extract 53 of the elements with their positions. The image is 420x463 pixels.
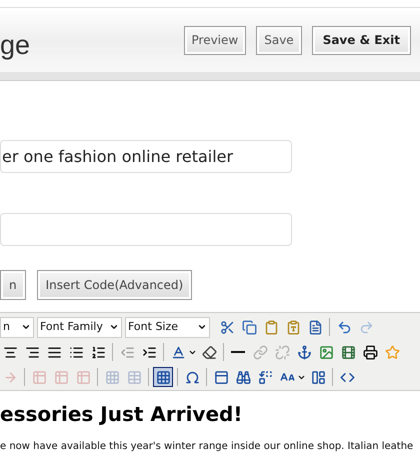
outdent-icon bbox=[120, 344, 134, 360]
bullet-list-icon bbox=[68, 344, 84, 360]
layer-icon bbox=[310, 370, 326, 384]
text-color-icon bbox=[170, 344, 186, 360]
omega-icon bbox=[184, 370, 200, 384]
undo-icon bbox=[336, 320, 352, 334]
insert-button[interactable]: n bbox=[0, 270, 26, 300]
arrow-icon bbox=[2, 370, 18, 384]
insert-button[interactable]: Insert Code(Advanced) bbox=[36, 270, 192, 300]
input-field[interactable]: er one fashion online retailer bbox=[0, 140, 292, 173]
printer-icon bbox=[362, 344, 378, 360]
film-icon bbox=[340, 344, 356, 360]
toolbar-button[interactable]: Save bbox=[256, 26, 302, 54]
toolbar-button[interactable]: Preview bbox=[184, 26, 246, 54]
align-center-icon bbox=[2, 344, 18, 360]
content-heading: essories Just Arrived! bbox=[0, 401, 244, 428]
scissors-icon bbox=[220, 320, 234, 334]
table-row-icon bbox=[54, 370, 68, 384]
replace-icon bbox=[258, 370, 272, 384]
unlink-icon bbox=[274, 344, 290, 360]
copy-icon bbox=[242, 320, 256, 334]
align-justify-icon bbox=[46, 344, 62, 360]
table-row-delete-icon bbox=[76, 370, 90, 384]
link-icon bbox=[252, 344, 268, 360]
binoculars-icon bbox=[236, 370, 250, 384]
redo-icon bbox=[358, 320, 374, 334]
anchor-icon bbox=[296, 344, 312, 360]
table-row-icon bbox=[32, 370, 46, 384]
eraser-icon bbox=[202, 344, 216, 360]
format-select[interactable]: Font Family bbox=[37, 316, 122, 338]
star-icon bbox=[384, 344, 400, 360]
template-icon bbox=[214, 370, 228, 384]
caret-icon bbox=[197, 322, 207, 332]
merge-cells-icon bbox=[126, 370, 142, 384]
caret-icon bbox=[109, 322, 119, 332]
save-exit-button[interactable]: Save & Exit bbox=[312, 26, 411, 54]
format-select[interactable]: Font Size bbox=[125, 316, 210, 338]
align-right-icon bbox=[24, 344, 40, 360]
indent-icon bbox=[142, 344, 156, 360]
content-paragraph: e now have available this year's winter range inside our online shop. Italian leathe bbox=[0, 440, 414, 454]
table-icon bbox=[156, 370, 170, 384]
format-select[interactable]: n bbox=[0, 316, 34, 338]
horizontal-rule-icon bbox=[231, 351, 245, 353]
document-icon bbox=[308, 320, 322, 334]
input-field[interactable] bbox=[0, 213, 292, 246]
numbered-list-icon bbox=[90, 344, 106, 360]
clipboard-text-icon bbox=[286, 320, 300, 334]
image-icon bbox=[318, 344, 334, 360]
caret-icon bbox=[21, 322, 31, 332]
page-title: ge bbox=[0, 28, 30, 62]
clipboard-icon bbox=[264, 320, 278, 334]
table-cells-icon bbox=[104, 370, 120, 384]
table-button[interactable] bbox=[153, 367, 173, 387]
